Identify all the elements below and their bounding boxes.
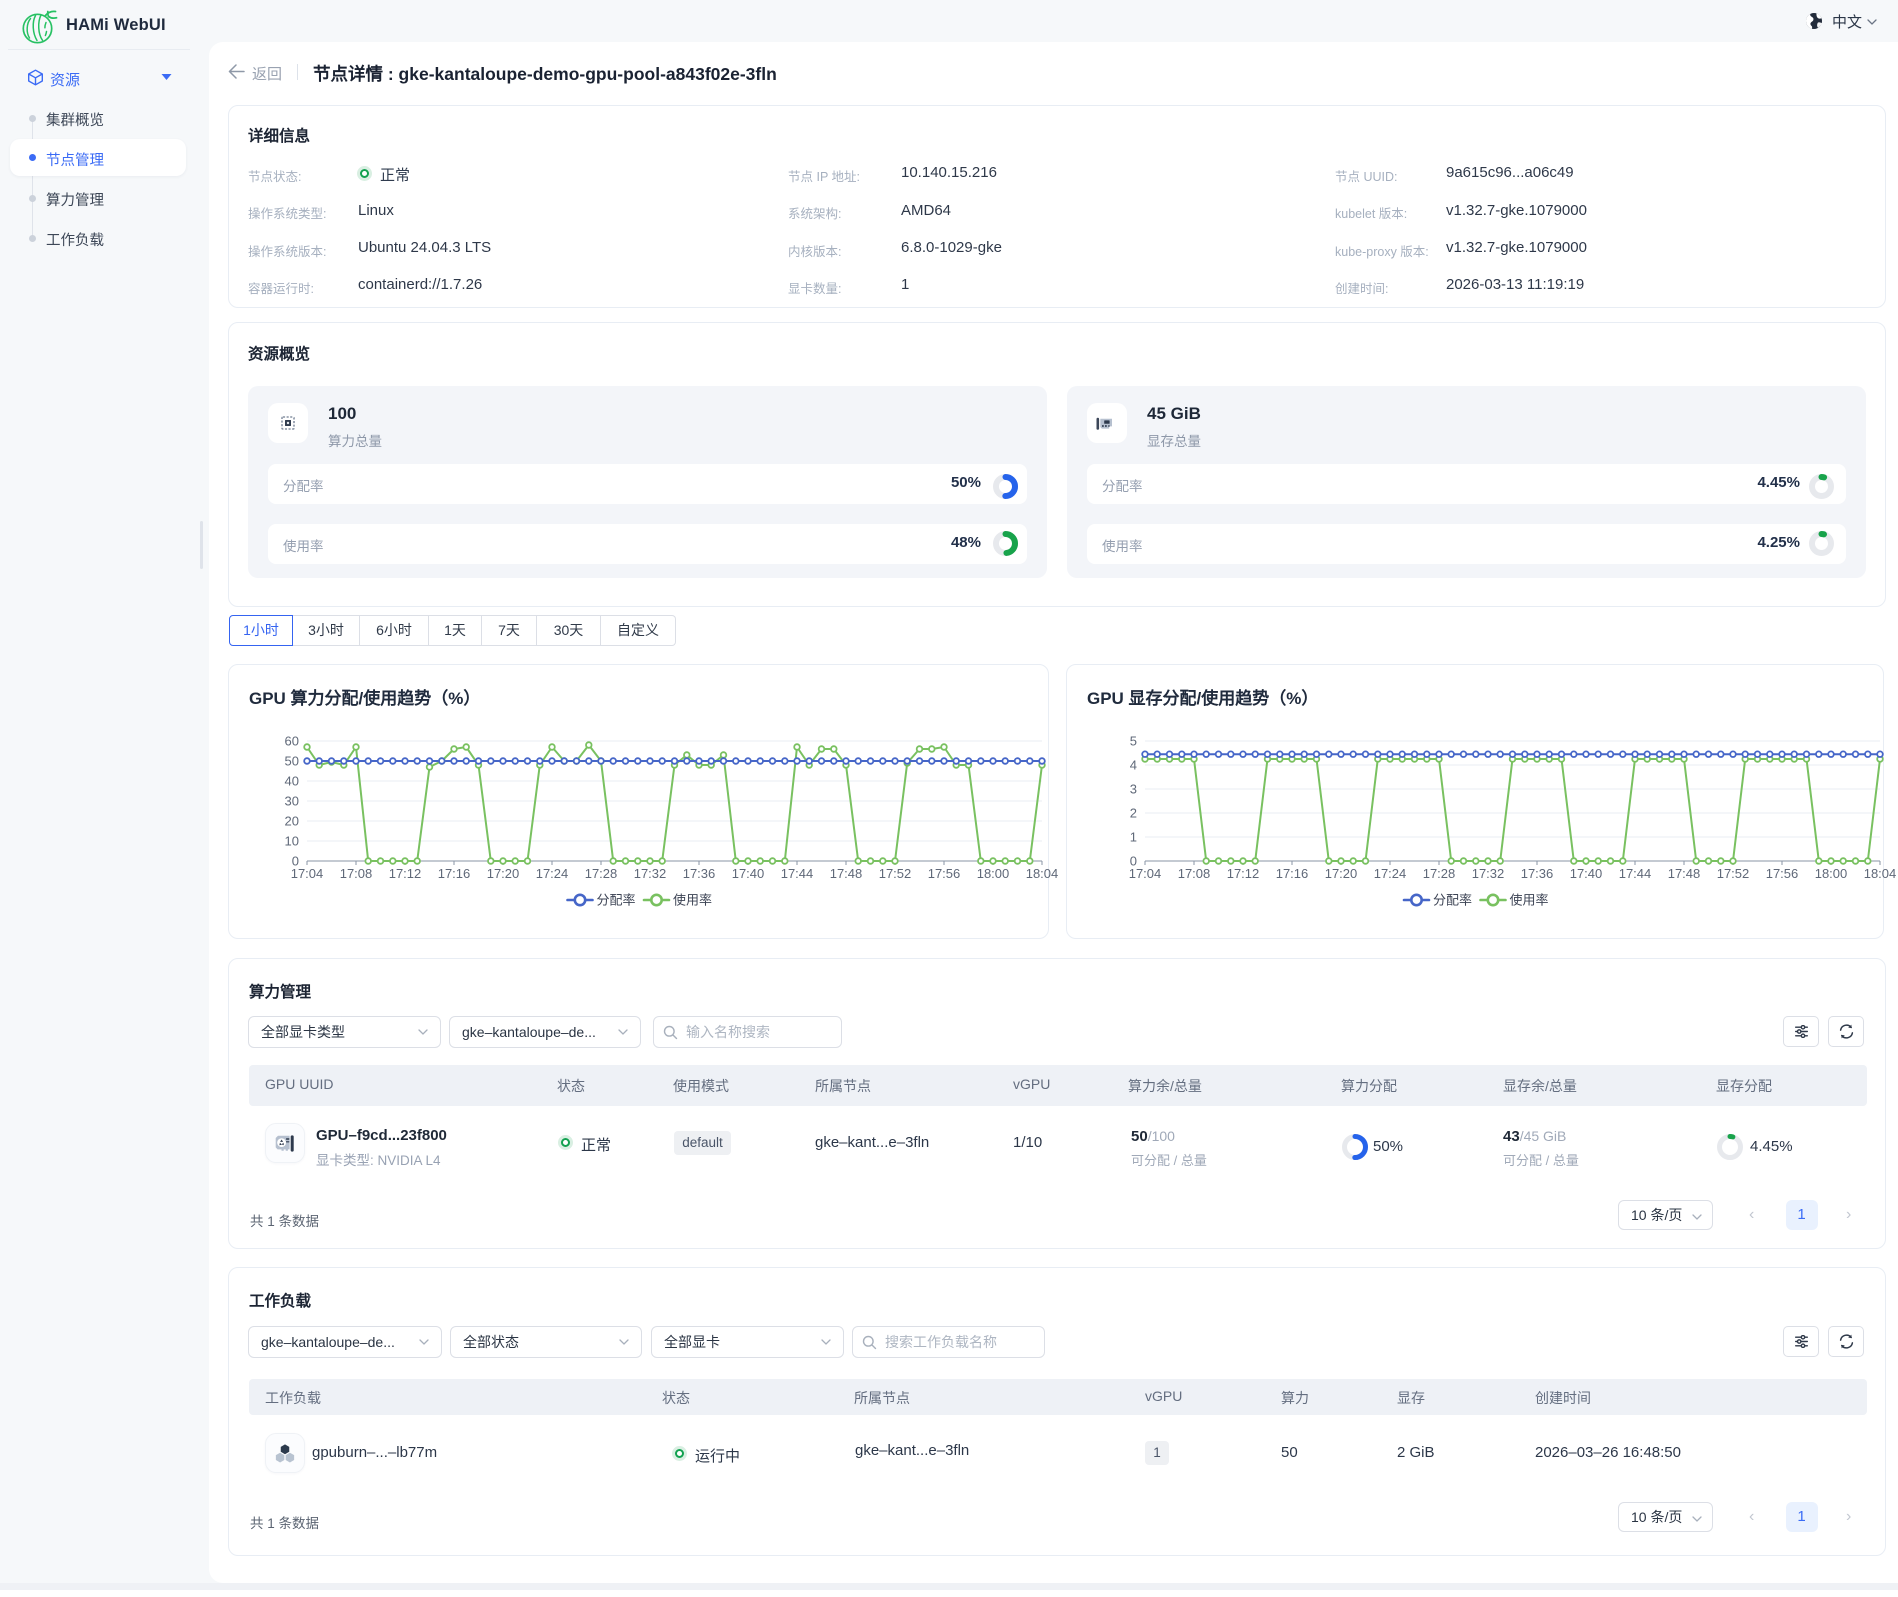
svg-text:17:28: 17:28 <box>1423 866 1456 881</box>
svg-text:17:12: 17:12 <box>389 866 422 881</box>
svg-text:20: 20 <box>285 814 299 829</box>
svg-text:5: 5 <box>1130 734 1137 749</box>
svg-text:60: 60 <box>285 734 299 749</box>
svg-text:18:04: 18:04 <box>1026 866 1059 881</box>
svg-text:17:20: 17:20 <box>487 866 520 881</box>
svg-text:17:32: 17:32 <box>634 866 667 881</box>
svg-text:分配率: 分配率 <box>597 893 636 908</box>
svg-text:3: 3 <box>1130 782 1137 797</box>
svg-text:使用率: 使用率 <box>673 893 712 908</box>
svg-text:17:16: 17:16 <box>438 866 471 881</box>
svg-text:0: 0 <box>292 854 299 869</box>
svg-text:17:48: 17:48 <box>1668 866 1701 881</box>
svg-text:17:12: 17:12 <box>1227 866 1260 881</box>
svg-text:17:32: 17:32 <box>1472 866 1505 881</box>
svg-text:30: 30 <box>285 794 299 809</box>
svg-text:17:16: 17:16 <box>1276 866 1309 881</box>
svg-text:1: 1 <box>1130 830 1137 845</box>
svg-text:17:48: 17:48 <box>830 866 863 881</box>
svg-text:18:00: 18:00 <box>1815 866 1848 881</box>
svg-text:17:08: 17:08 <box>1178 866 1211 881</box>
svg-text:40: 40 <box>285 774 299 789</box>
svg-text:17:24: 17:24 <box>1374 866 1407 881</box>
svg-text:17:40: 17:40 <box>1570 866 1603 881</box>
svg-text:10: 10 <box>285 834 299 849</box>
svg-text:18:04: 18:04 <box>1864 866 1897 881</box>
svg-text:17:52: 17:52 <box>1717 866 1750 881</box>
svg-text:17:44: 17:44 <box>1619 866 1652 881</box>
svg-text:17:24: 17:24 <box>536 866 569 881</box>
svg-text:17:40: 17:40 <box>732 866 765 881</box>
svg-text:17:56: 17:56 <box>1766 866 1799 881</box>
svg-text:17:28: 17:28 <box>585 866 618 881</box>
svg-text:17:36: 17:36 <box>683 866 716 881</box>
svg-text:17:08: 17:08 <box>340 866 373 881</box>
svg-text:17:20: 17:20 <box>1325 866 1358 881</box>
svg-text:使用率: 使用率 <box>1510 893 1549 908</box>
svg-text:0: 0 <box>1130 854 1137 869</box>
svg-text:17:56: 17:56 <box>928 866 961 881</box>
svg-text:分配率: 分配率 <box>1433 893 1472 908</box>
svg-text:17:44: 17:44 <box>781 866 814 881</box>
svg-text:18:00: 18:00 <box>977 866 1010 881</box>
svg-text:2: 2 <box>1130 806 1137 821</box>
svg-text:17:52: 17:52 <box>879 866 912 881</box>
svg-text:4: 4 <box>1130 758 1137 773</box>
svg-text:50: 50 <box>285 754 299 769</box>
svg-text:17:36: 17:36 <box>1521 866 1554 881</box>
